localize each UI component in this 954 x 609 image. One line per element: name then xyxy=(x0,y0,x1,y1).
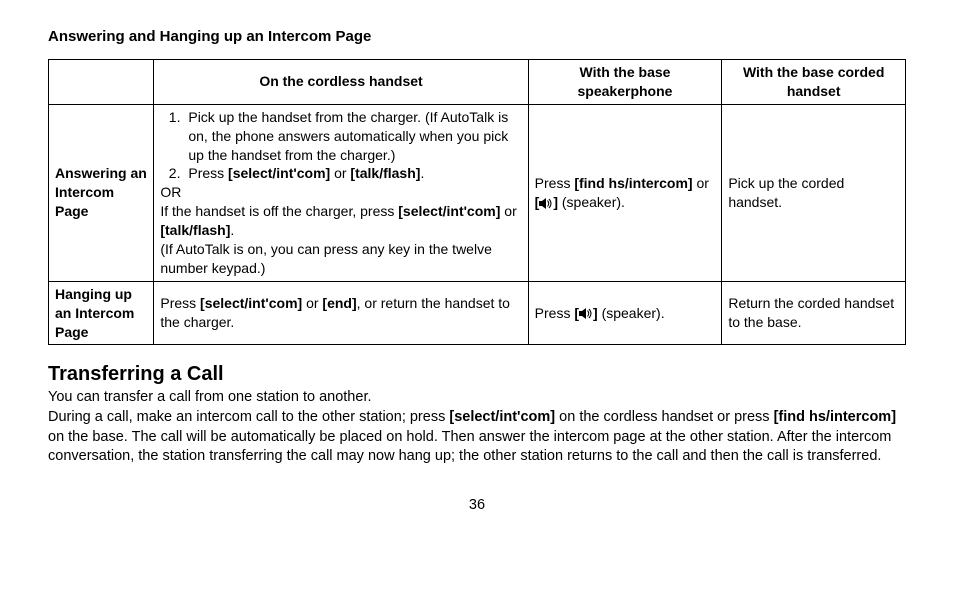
heading-transferring: Transferring a Call xyxy=(48,363,906,386)
row-label-hanging-up: Hanging up an Intercom Page xyxy=(49,281,154,345)
cell-answering-cordless: Pick up the handset from the charger. (I… xyxy=(154,104,528,281)
cell-hanging-cordless: Press [select/int'com] or [end], or retu… xyxy=(154,281,528,345)
text: Press xyxy=(535,175,575,191)
button-label: [talk/flash] xyxy=(350,165,420,181)
text: on the base. The call will be automatica… xyxy=(48,429,891,465)
button-label: [talk/flash] xyxy=(160,222,230,238)
text: or xyxy=(330,165,350,181)
intercom-table: On the cordless handset With the base sp… xyxy=(48,59,906,345)
speaker-icon xyxy=(579,308,593,319)
text: Press xyxy=(535,305,575,321)
manual-page: Answering and Hanging up an Intercom Pag… xyxy=(0,0,954,513)
button-label: [end] xyxy=(322,295,356,311)
button-label: [find hs/intercom] xyxy=(774,409,896,425)
text-line: If the handset is off the charger, press… xyxy=(160,202,521,240)
cell-answering-corded: Pick up the corded handset. xyxy=(722,104,906,281)
text: During a call, make an intercom call to … xyxy=(48,409,449,425)
header-speakerphone: With the base speakerphone xyxy=(528,60,722,105)
text: (speaker). xyxy=(598,305,665,321)
text: (speaker). xyxy=(558,194,625,210)
cell-hanging-corded: Return the corded handset to the base. xyxy=(722,281,906,345)
text: . xyxy=(230,222,234,238)
button-label: [select/int'com] xyxy=(200,295,302,311)
button-label: [select/int'com] xyxy=(449,409,555,425)
cell-answering-speaker: Press [find hs/intercom] or [] (speaker)… xyxy=(528,104,722,281)
list-item: Press [select/int'com] or [talk/flash]. xyxy=(184,164,521,183)
text: on the cordless handset or press xyxy=(555,409,773,425)
button-label: [select/int'com] xyxy=(398,203,500,219)
text: or xyxy=(693,175,709,191)
text-line: (If AutoTalk is on, you can press any ke… xyxy=(160,240,521,278)
button-label: [find hs/intercom] xyxy=(574,175,692,191)
row-label-answering: Answering an Intercom Page xyxy=(49,104,154,281)
header-blank xyxy=(49,60,154,105)
speaker-icon xyxy=(539,198,553,209)
table-row: Hanging up an Intercom Page Press [selec… xyxy=(49,281,906,345)
text: Press xyxy=(160,295,200,311)
text: If the handset is off the charger, press xyxy=(160,203,398,219)
text: Press xyxy=(188,165,228,181)
body-paragraph: You can transfer a call from one station… xyxy=(48,388,906,408)
text: or xyxy=(302,295,322,311)
steps-list: Pick up the handset from the charger. (I… xyxy=(164,108,521,184)
header-corded-handset: With the base corded handset xyxy=(722,60,906,105)
table-row: Answering an Intercom Page Pick up the h… xyxy=(49,104,906,281)
text: or xyxy=(500,203,516,219)
cell-hanging-speaker: Press [] (speaker). xyxy=(528,281,722,345)
header-cordless: On the cordless handset xyxy=(154,60,528,105)
button-label: [select/int'com] xyxy=(228,165,330,181)
text: . xyxy=(420,165,424,181)
page-number: 36 xyxy=(48,497,906,513)
list-item: Pick up the handset from the charger. (I… xyxy=(184,108,521,165)
body-paragraph: During a call, make an intercom call to … xyxy=(48,408,906,467)
or-divider: OR xyxy=(160,183,521,202)
section-title: Answering and Hanging up an Intercom Pag… xyxy=(48,28,906,45)
